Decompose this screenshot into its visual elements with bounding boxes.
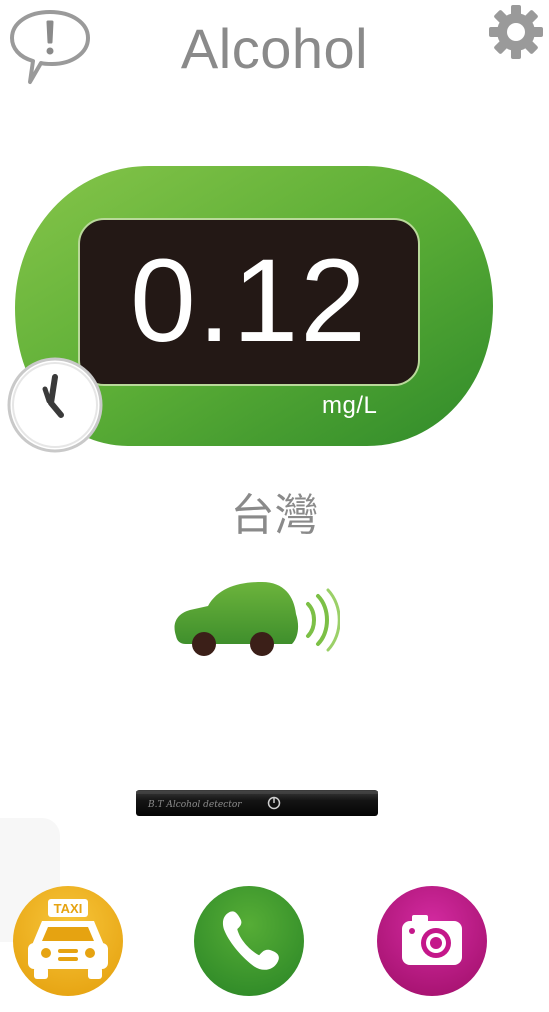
phone-icon [194, 886, 304, 996]
clock-icon [7, 357, 103, 453]
call-button[interactable] [193, 885, 305, 997]
reading-value: 0.12 [130, 235, 368, 367]
taxi-icon: TAXI [13, 886, 123, 996]
region-label: 台灣 [230, 490, 319, 541]
history-button[interactable] [5, 355, 105, 455]
car-icon [174, 582, 341, 656]
page-title: Alcohol [180, 17, 369, 80]
taxi-button[interactable]: TAXI [12, 885, 124, 997]
taxi-sign-label: TAXI [54, 901, 83, 916]
camera-icon [377, 886, 487, 996]
camera-button[interactable] [376, 885, 488, 997]
gear-icon [489, 5, 543, 59]
car-status [168, 578, 341, 662]
device-image: B.T Alcohol detector [134, 786, 380, 820]
device-label: B.T Alcohol detector [147, 800, 242, 810]
reading-unit: mg/L [322, 392, 378, 419]
settings-button[interactable] [486, 2, 546, 62]
